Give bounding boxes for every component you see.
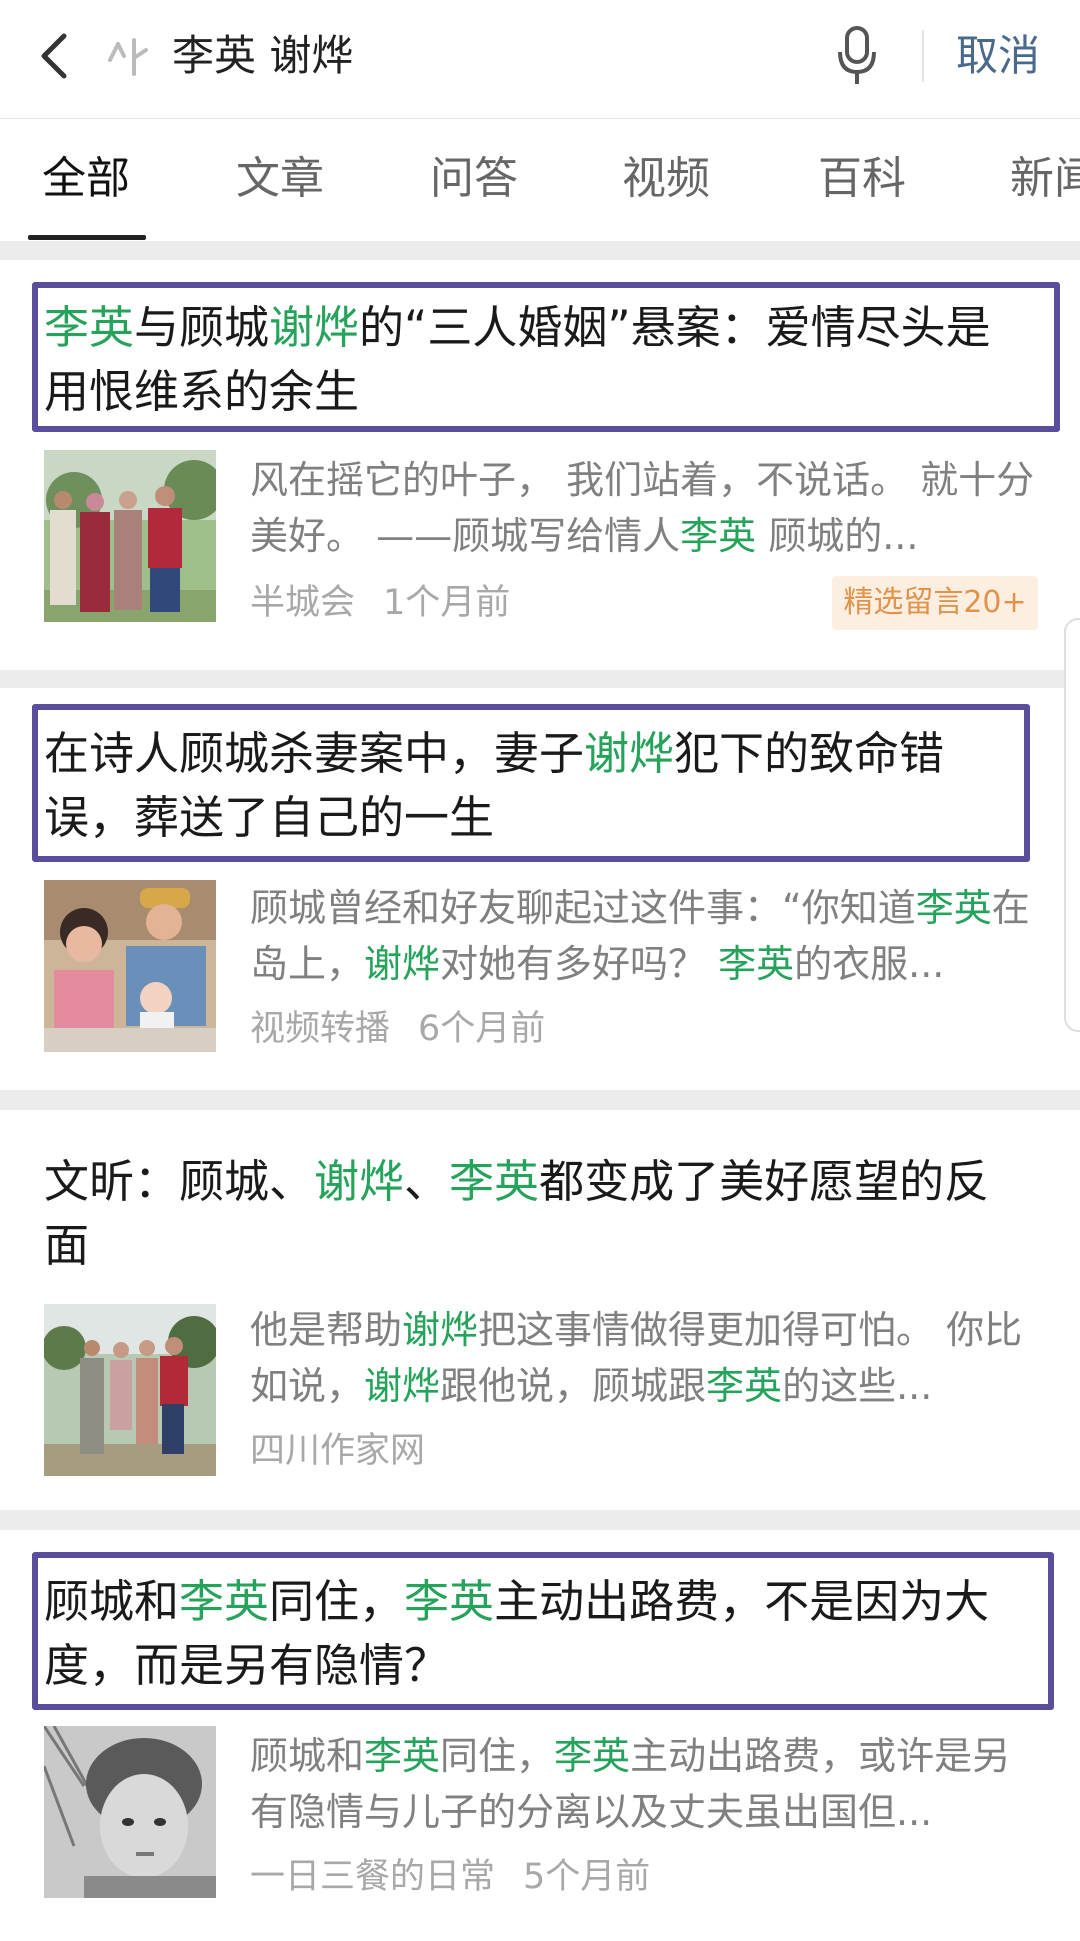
tab-qa[interactable]: 问答 xyxy=(430,149,518,209)
text-segment: 顾城曾经和好友聊起过这件事：“你知道 xyxy=(250,886,916,930)
text-segment: 同住， xyxy=(269,1575,405,1628)
keyword-highlight: 李英 xyxy=(449,1155,540,1208)
result-source: 四川作家网 xyxy=(250,1431,426,1471)
text-segment: 文昕：顾城、 xyxy=(44,1155,315,1208)
result-source: 视频转播 xyxy=(250,1009,391,1049)
text-segment: 在诗人顾城杀妻案中，妻子 xyxy=(44,727,585,780)
text-segment: 他是帮助 xyxy=(250,1308,403,1352)
text-segment: 对她有多好吗？ xyxy=(440,942,719,986)
result-snippet: 他是帮助谢烨把这事情做得更加得可怕。 你比如说，谢烨跟他说，顾城跟李英的这些..… xyxy=(250,1302,1040,1414)
result-time: 5个月前 xyxy=(523,1857,651,1897)
tab-bar: 全部 文章 问答 视频 百科 新闻 xyxy=(0,119,1080,241)
tab-video[interactable]: 视频 xyxy=(622,149,710,209)
result-source: 一日三餐的日常 xyxy=(250,1857,496,1897)
text-segment: 顾城的... xyxy=(756,514,919,558)
search-input[interactable]: 李英 谢烨 xyxy=(172,26,353,86)
tab-all[interactable]: 全部 xyxy=(42,149,130,209)
search-bar: 李英 谢烨 取消 xyxy=(0,0,1080,119)
text-segment: 跟他说，顾城跟 xyxy=(440,1364,707,1408)
result-title[interactable]: 文昕：顾城、谢烨、李英都变成了美好愿望的反面 xyxy=(44,1150,1024,1278)
keyword-highlight: 李英 xyxy=(680,514,757,558)
text-segment: 顾城和 xyxy=(44,1575,180,1628)
result-snippet: 风在摇它的叶子， 我们站着，不说话。 就十分美好。 ——顾城写给情人李英 顾城的… xyxy=(250,452,1040,564)
keyword-highlight: 李英 xyxy=(706,1364,783,1408)
scrollbar[interactable] xyxy=(1064,618,1080,1032)
comments-badge[interactable]: 精选留言20+ xyxy=(832,576,1038,630)
keyword-highlight: 李英 xyxy=(364,1734,441,1778)
result-card[interactable]: 李英与顾城谢烨的“三人婚姻”悬案：爱情尽头是用恨维系的余生 风在摇它的叶子， 我… xyxy=(0,260,1080,670)
keyword-highlight: 李英 xyxy=(179,1575,270,1628)
tab-articles[interactable]: 文章 xyxy=(236,149,324,209)
result-title[interactable]: 在诗人顾城杀妻案中，妻子谢烨犯下的致命错误，葬送了自己的一生 xyxy=(44,722,1004,850)
keyword-highlight: 李英 xyxy=(554,1734,631,1778)
result-meta: 视频转播 6个月前 xyxy=(250,1004,545,1054)
text-segment: 的这些... xyxy=(782,1364,933,1408)
keyword-highlight: 谢烨 xyxy=(402,1308,479,1352)
text-segment: 同住， xyxy=(440,1734,555,1778)
keyword-highlight: 李英 xyxy=(404,1575,495,1628)
active-tab-indicator xyxy=(28,235,146,240)
result-meta: 一日三餐的日常 5个月前 xyxy=(250,1852,650,1902)
result-card[interactable]: 顾城和李英同住，李英主动出路费，不是因为大度，而是另有隐情？ 顾城和李英同住，李… xyxy=(0,1530,1080,1941)
keyword-highlight: 李英 xyxy=(718,942,795,986)
result-card[interactable]: 文昕：顾城、谢烨、李英都变成了美好愿望的反面 他是帮助谢烨把这事情做得更加得可怕… xyxy=(0,1110,1080,1510)
result-source: 半城会 xyxy=(250,583,356,623)
result-meta: 半城会 1个月前 xyxy=(250,578,510,628)
keyword-highlight: 谢烨 xyxy=(364,942,441,986)
keyword-highlight: 李英 xyxy=(44,301,135,354)
keyword-highlight: 谢烨 xyxy=(364,1364,441,1408)
tab-encyclopedia[interactable]: 百科 xyxy=(818,149,906,209)
thumbnail-image xyxy=(44,450,216,622)
microphone-icon[interactable] xyxy=(832,22,882,88)
cancel-button[interactable]: 取消 xyxy=(956,26,1040,86)
result-snippet: 顾城曾经和好友聊起过这件事：“你知道李英在岛上，谢烨对她有多好吗？ 李英的衣服.… xyxy=(250,880,1040,992)
result-title[interactable]: 顾城和李英同住，李英主动出路费，不是因为大度，而是另有隐情？ xyxy=(44,1570,1024,1698)
thumbnail-image xyxy=(44,1726,216,1898)
result-time: 6个月前 xyxy=(418,1009,546,1049)
result-meta: 四川作家网 xyxy=(250,1426,425,1476)
text-segment: 与顾城 xyxy=(134,301,270,354)
keyword-highlight: 谢烨 xyxy=(269,301,360,354)
keyword-highlight: 谢烨 xyxy=(314,1155,405,1208)
keyword-highlight: 李英 xyxy=(915,886,992,930)
keyword-highlight: 谢烨 xyxy=(584,727,675,780)
text-segment: 、 xyxy=(404,1155,450,1208)
thumbnail-image xyxy=(44,880,216,1052)
result-time: 1个月前 xyxy=(383,583,511,623)
tab-news[interactable]: 新闻 xyxy=(1010,149,1080,209)
text-segment: 顾城和 xyxy=(250,1734,365,1778)
search-divider xyxy=(922,30,924,82)
search-engine-icon xyxy=(108,38,148,76)
result-title[interactable]: 李英与顾城谢烨的“三人婚姻”悬案：爱情尽头是用恨维系的余生 xyxy=(44,296,1034,424)
result-snippet: 顾城和李英同住，李英主动出路费，或许是另有隐情与儿子的分离以及丈夫虽出国但... xyxy=(250,1728,1040,1840)
back-arrow-icon[interactable] xyxy=(34,26,74,86)
result-card[interactable]: 在诗人顾城杀妻案中，妻子谢烨犯下的致命错误，葬送了自己的一生 顾城曾经和好友聊起… xyxy=(0,688,1080,1090)
text-segment: 的衣服... xyxy=(794,942,945,986)
thumbnail-image xyxy=(44,1304,216,1476)
